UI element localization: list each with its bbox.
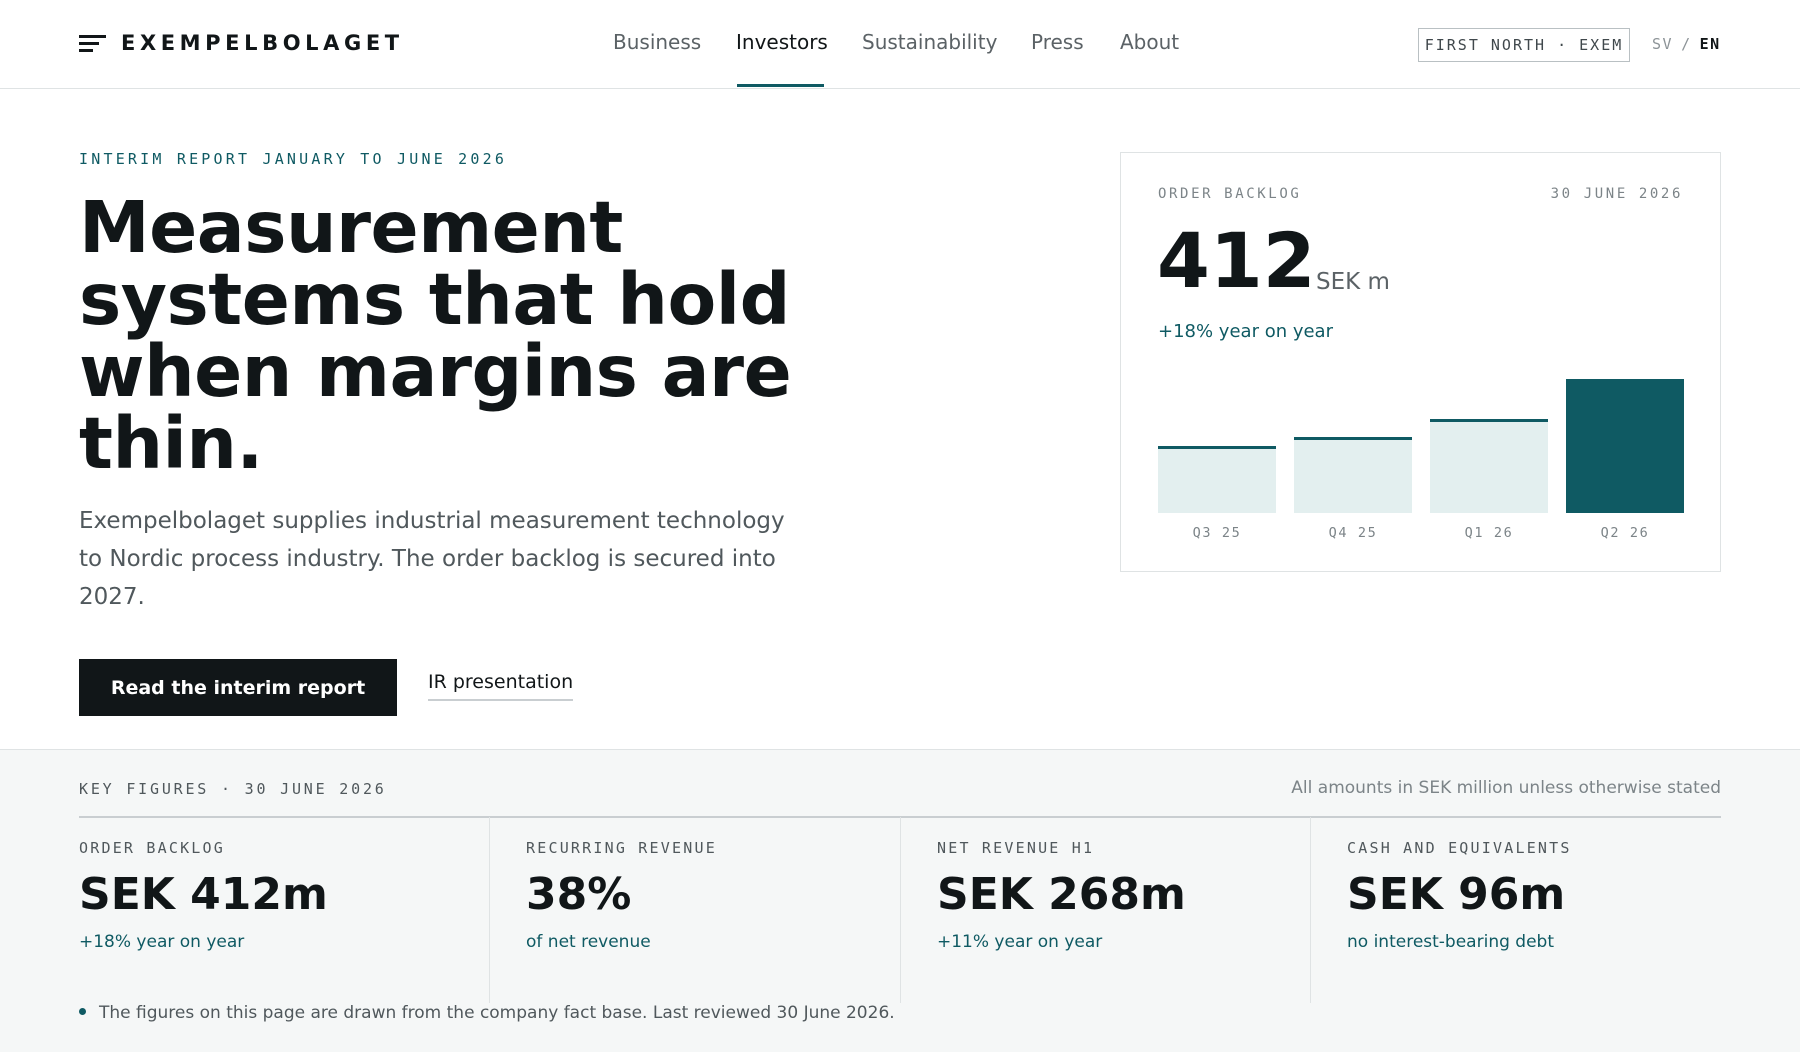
bullet-icon	[79, 1007, 86, 1015]
key-figure-sub: +18% year on year	[79, 932, 245, 952]
x-tick-label: Q2 26	[1600, 525, 1650, 541]
language-switcher: SV / EN	[1652, 35, 1721, 53]
nav-press[interactable]: Press	[1031, 30, 1084, 54]
key-figure-recurring-revenue: RECURRING REVENUE 38% of net revenue	[489, 817, 900, 1003]
menu-icon[interactable]	[79, 35, 106, 53]
backlog-bar-q3-25	[1158, 446, 1276, 513]
x-tick-label: Q3 25	[1192, 525, 1242, 541]
card-label: ORDER BACKLOG	[1158, 186, 1302, 202]
lang-separator: /	[1681, 35, 1692, 53]
key-figures-note: All amounts in SEK million unless otherw…	[1291, 778, 1721, 798]
company-logo[interactable]: EXEMPELBOLAGET	[121, 31, 404, 55]
hero-lede: Exempelbolaget supplies industrial measu…	[79, 508, 785, 610]
site-header: EXEMPELBOLAGET Business Investors Sustai…	[0, 0, 1800, 89]
nav-business[interactable]: Business	[613, 30, 701, 54]
stock-ticker-badge[interactable]: FIRST NORTH · EXEM	[1418, 28, 1630, 62]
lang-en[interactable]: EN	[1700, 35, 1721, 53]
ir-presentation-link[interactable]: IR presentation	[428, 671, 574, 701]
card-date: 30 JUNE 2026	[1550, 186, 1683, 202]
key-figure-sub: no interest-bearing debt	[1347, 932, 1554, 952]
backlog-bar-q1-26	[1430, 419, 1548, 513]
read-interim-report-button[interactable]: Read the interim report	[79, 659, 397, 716]
key-figure-value: SEK 96m	[1347, 869, 1566, 920]
key-figure-net-revenue: NET REVENUE H1 SEK 268m +11% year on yea…	[900, 817, 1310, 1003]
backlog-bar-q4-25	[1294, 436, 1412, 513]
nav-sustainability[interactable]: Sustainability	[862, 30, 997, 54]
key-figures-label: KEY FIGURES · 30 JUNE 2026	[79, 780, 387, 798]
key-figure-value: 38%	[526, 869, 632, 920]
order-backlog-card: ORDER BACKLOG 30 JUNE 2026 412 SEK m +18…	[1120, 152, 1721, 572]
key-figure-sub: +11% year on year	[937, 932, 1103, 952]
key-figure-value: SEK 412m	[79, 869, 328, 920]
backlog-bar-chart: Q3 25 Q4 25 Q1 26 Q2 26	[1158, 353, 1684, 553]
hero-title: Measurement systems that hold when margi…	[79, 186, 792, 485]
report-eyebrow: INTERIM REPORT JANUARY TO JUNE 2026	[79, 150, 508, 168]
nav-investors[interactable]: Investors	[736, 30, 828, 54]
key-figure-label: NET REVENUE H1	[937, 839, 1095, 857]
nav-about[interactable]: About	[1120, 30, 1179, 54]
key-figure-sub: of net revenue	[526, 932, 651, 952]
key-figure-label: ORDER BACKLOG	[79, 839, 225, 857]
lang-sv[interactable]: SV	[1652, 35, 1673, 53]
x-tick-label: Q4 25	[1328, 525, 1378, 541]
nav-active-indicator	[737, 84, 824, 87]
key-figure-label: CASH AND EQUIVALENTS	[1347, 839, 1572, 857]
key-figure-order-backlog: ORDER BACKLOG SEK 412m +18% year on year	[79, 817, 489, 1003]
fact-base-footnote: The figures on this page are drawn from …	[79, 1003, 895, 1023]
key-figures-section: KEY FIGURES · 30 JUNE 2026 All amounts i…	[0, 749, 1800, 1052]
x-tick-label: Q1 26	[1464, 525, 1514, 541]
footnote-text: The figures on this page are drawn from …	[99, 1003, 895, 1023]
key-figure-cash: CASH AND EQUIVALENTS SEK 96m no interest…	[1310, 817, 1721, 1003]
key-figure-value: SEK 268m	[937, 869, 1186, 920]
card-value: 412	[1157, 216, 1316, 305]
card-change: +18% year on year	[1158, 321, 1333, 342]
key-figure-label: RECURRING REVENUE	[526, 839, 717, 857]
backlog-bar-q2-26	[1566, 379, 1684, 513]
card-unit: SEK m	[1316, 269, 1390, 295]
